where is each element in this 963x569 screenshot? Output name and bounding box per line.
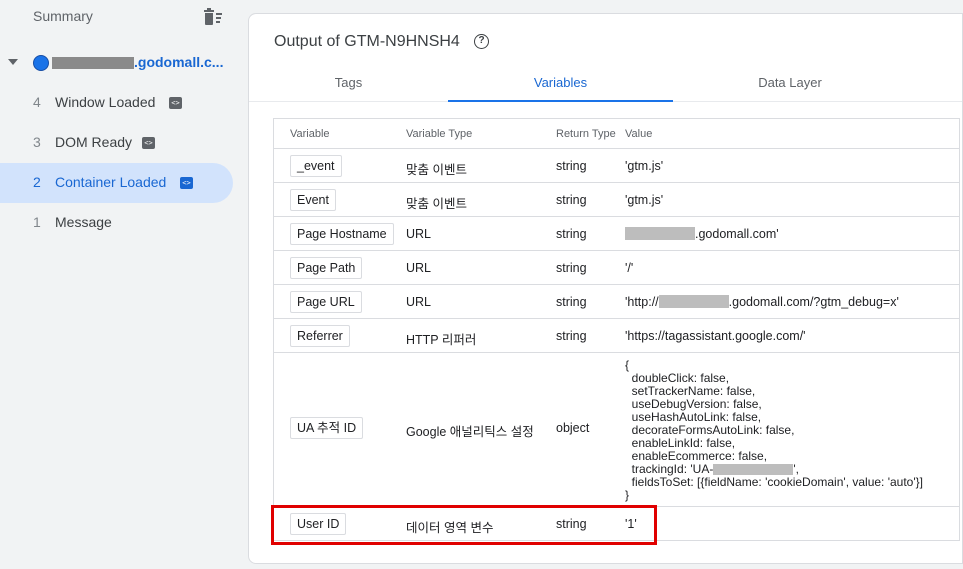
redacted-hostname <box>52 57 134 69</box>
variable-value: 'gtm.js' <box>625 159 664 173</box>
table-row: Page Path URL string '/' <box>274 251 959 285</box>
table-row: Page Hostname URL string .godomall.com' <box>274 217 959 251</box>
return-type: string <box>556 295 587 309</box>
sidebar: Summary .godomall.c... 4 Window Loaded <… <box>0 0 240 569</box>
variable-type: URL <box>406 295 432 309</box>
header-variable-type: Variable Type <box>406 128 473 140</box>
container-name: .godomall.c... <box>134 54 224 70</box>
variable-chip[interactable]: Referrer <box>290 325 350 347</box>
variable-chip[interactable]: Page URL <box>290 291 362 313</box>
summary-row[interactable]: Summary <box>0 0 240 36</box>
event-item-message[interactable]: 1 Message <box>0 203 233 243</box>
table-row: UA 추적 ID Google 애널리틱스 설정 object { double… <box>274 353 959 507</box>
header-return-type: Return Type <box>556 128 616 140</box>
variable-type: 맞춤 이벤트 <box>406 163 467 177</box>
delete-sweep-icon[interactable] <box>202 7 224 27</box>
variable-value: 'https://tagassistant.google.com/' <box>625 329 806 343</box>
tab-tags[interactable]: Tags <box>249 66 448 102</box>
variables-table: Variable Variable Type Return Type Value… <box>273 118 960 541</box>
variable-type: 맞춤 이벤트 <box>406 197 467 211</box>
value-prefix: 'http:// <box>625 295 659 309</box>
output-panel: Output of GTM-N9HNSH4 ? Tags Variables D… <box>248 13 963 564</box>
variable-value: 'gtm.js' <box>625 193 664 207</box>
redacted-text <box>713 464 794 475</box>
variable-type: HTTP 리퍼러 <box>406 333 477 347</box>
help-icon[interactable]: ? <box>474 34 489 49</box>
return-type: string <box>556 159 587 173</box>
tab-data-layer[interactable]: Data Layer <box>673 66 907 102</box>
caret-down-icon[interactable] <box>8 59 18 65</box>
tab-bar: Tags Variables Data Layer <box>249 66 962 102</box>
variable-type: Google 애널리틱스 설정 <box>406 425 534 439</box>
tracking-suffix: ', <box>793 462 799 476</box>
event-number: 1 <box>33 214 41 230</box>
event-item-dom-ready[interactable]: 3 DOM Ready <> <box>0 123 233 163</box>
value-suffix: .godomall.com' <box>695 227 779 241</box>
event-label: DOM Ready <box>55 134 133 150</box>
redacted-text <box>658 295 729 308</box>
variable-value: 'http:// .godomall.com/?gtm_debug=x' <box>625 295 899 309</box>
container-row[interactable]: .godomall.c... <box>0 46 240 80</box>
event-number: 2 <box>33 174 41 190</box>
object-value: { doubleClick: false, setTrackerName: fa… <box>625 359 923 502</box>
variable-chip[interactable]: Page Path <box>290 257 363 279</box>
variable-value: '/' <box>625 261 634 275</box>
header-value: Value <box>625 128 653 140</box>
table-row: _event 맞춤 이벤트 string 'gtm.js' <box>274 149 959 183</box>
highlight-annotation-box <box>271 505 657 545</box>
event-label: Container Loaded <box>55 174 167 190</box>
event-label: Window Loaded <box>55 94 156 110</box>
event-item-container-loaded[interactable]: 2 Container Loaded <> <box>0 163 233 203</box>
object-line: fieldsToSet: [{fieldName: 'cookieDomain'… <box>625 475 923 489</box>
header-variable: Variable <box>290 128 330 140</box>
event-item-window-loaded[interactable]: 4 Window Loaded <> <box>0 83 233 123</box>
variable-chip[interactable]: Page Hostname <box>290 223 394 245</box>
summary-label: Summary <box>33 8 93 24</box>
tab-variables[interactable]: Variables <box>448 66 673 102</box>
return-type: string <box>556 261 587 275</box>
redacted-text <box>625 227 695 240</box>
table-row: Page URL URL string 'http:// .godomall.co… <box>274 285 959 319</box>
variable-chip[interactable]: Event <box>290 189 336 211</box>
table-row: Referrer HTTP 리퍼러 string 'https://tagass… <box>274 319 959 353</box>
return-type: string <box>556 193 587 207</box>
code-icon: <> <box>169 97 182 109</box>
return-type: string <box>556 227 587 241</box>
value-suffix: .godomall.com/?gtm_debug=x' <box>728 295 899 309</box>
variable-chip[interactable]: _event <box>290 155 342 177</box>
container-globe-icon <box>33 55 49 71</box>
table-row: Event 맞춤 이벤트 string 'gtm.js' <box>274 183 959 217</box>
variable-value: .godomall.com' <box>625 227 779 241</box>
event-number: 3 <box>33 134 41 150</box>
return-type: object <box>556 421 590 435</box>
tracking-prefix: trackingId: 'UA- <box>625 462 714 476</box>
output-title: Output of GTM-N9HNSH4 <box>274 33 460 50</box>
event-number: 4 <box>33 94 41 110</box>
variable-type: URL <box>406 227 432 241</box>
return-type: string <box>556 329 587 343</box>
variable-type: URL <box>406 261 432 275</box>
code-icon: <> <box>180 177 193 189</box>
variable-chip[interactable]: UA 추적 ID <box>290 417 364 439</box>
event-label: Message <box>55 214 112 230</box>
table-header: Variable Variable Type Return Type Value <box>274 119 959 149</box>
object-line: } <box>625 488 630 502</box>
code-icon: <> <box>142 137 155 149</box>
